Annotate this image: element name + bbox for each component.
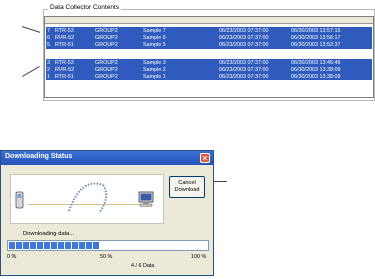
progress-segment xyxy=(16,242,22,249)
table-row[interactable]: 2 RVR-52 GROUP2 Sample 2 06/23/2003 07:37:00… xyxy=(45,67,371,73)
transfer-arc-icon xyxy=(68,182,108,214)
progress-segment xyxy=(37,242,43,249)
cancel-button-label-2: Download xyxy=(174,187,200,193)
table-row[interactable]: 7 RTR-53 GROUP2 Sample 7 06/23/2003 07:37:00… xyxy=(45,28,371,34)
cell-name: Sample 5 xyxy=(143,42,166,48)
cell-group: GROUP2 xyxy=(95,28,118,34)
scale-label-100: 100 % xyxy=(191,254,207,260)
cell-serial: RTR-51 xyxy=(55,42,74,48)
data-collector-listview[interactable]: 7 RTR-53 GROUP2 Sample 7 06/23/2003 07:37:00… xyxy=(44,16,374,98)
cell-date2: 06/30/2003 13:38:09 xyxy=(291,67,341,73)
cell-date1: 06/23/2003 07:37:00 xyxy=(219,67,269,73)
close-icon[interactable]: ✕ xyxy=(200,153,210,163)
cell-date2: 06/30/2003 13:52:37 xyxy=(291,42,341,48)
progress-segment xyxy=(65,242,71,249)
progress-segment xyxy=(79,242,85,249)
computer-icon xyxy=(138,191,154,207)
cell-name: Sample 2 xyxy=(143,67,166,73)
progress-segment xyxy=(9,242,15,249)
download-count: 4 / 6 Data xyxy=(131,263,155,269)
cell-group: GROUP2 xyxy=(95,60,118,66)
cell-date1: 06/23/2003 07:37:00 xyxy=(219,74,269,80)
data-collector-device-icon xyxy=(15,191,24,209)
cell-name: Sample 7 xyxy=(143,28,166,34)
cell-name: Sample 1 xyxy=(143,74,166,80)
cancel-download-button[interactable]: Cancel Download xyxy=(169,176,205,198)
progress-fill xyxy=(9,242,99,249)
progress-segment xyxy=(72,242,78,249)
data-collector-group-title: Data Collector Contents xyxy=(48,4,122,11)
cell-serial: RVR-52 xyxy=(55,67,75,73)
cell-group: GROUP2 xyxy=(95,42,118,48)
progress-segment xyxy=(51,242,57,249)
scale-label-0: 0 % xyxy=(7,254,17,260)
cell-name: Sample 3 xyxy=(143,60,166,66)
cell-date1: 06/23/2003 07:37:00 xyxy=(219,42,269,48)
downloading-status-dialog: Downloading Status ✕ Cancel Download Dow… xyxy=(0,150,214,276)
table-row[interactable]: 1 RTR-51 GROUP2 Sample 1 06/23/2003 07:37:00… xyxy=(45,74,371,80)
cell-group: GROUP2 xyxy=(95,74,118,80)
progress-segment xyxy=(58,242,64,249)
cell-group: GROUP2 xyxy=(95,67,118,73)
callout-line-top xyxy=(21,26,42,34)
table-row[interactable]: 5 RTR-51 GROUP2 Sample 5 06/23/2003 07:37:00… xyxy=(45,42,371,48)
dialog-titlebar[interactable]: Downloading Status ✕ xyxy=(1,151,213,165)
cell-name: Sample 6 xyxy=(143,35,166,41)
progress-segment xyxy=(86,242,92,249)
cell-date2: 06/30/2003 13:57:15 xyxy=(291,28,341,34)
cell-date1: 06/23/2003 07:37:00 xyxy=(219,60,269,66)
cancel-button-label-1: Cancel xyxy=(178,180,196,186)
cell-date1: 06/23/2003 07:37:00 xyxy=(219,35,269,41)
dialog-title: Downloading Status xyxy=(5,153,73,160)
table-row[interactable]: 3 RTR-53 GROUP2 Sample 3 06/23/2003 07:37:00… xyxy=(45,60,371,66)
download-progress-bar xyxy=(7,240,209,251)
cell-date2: 06/30/2003 13:45:46 xyxy=(291,60,341,66)
transfer-animation xyxy=(10,174,164,224)
progress-segment xyxy=(30,242,36,249)
scale-label-50: 50 % xyxy=(100,254,113,260)
cell-serial: RTR-53 xyxy=(55,28,74,34)
callout-line-middle xyxy=(22,66,40,77)
cell-serial: RTR-53 xyxy=(55,60,74,66)
cell-date1: 06/23/2003 07:37:00 xyxy=(219,28,269,34)
progress-segment xyxy=(93,242,99,249)
cell-group: GROUP2 xyxy=(95,35,118,41)
table-row[interactable]: 6 RVR-52 GROUP2 Sample 6 06/23/2003 07:37:00… xyxy=(45,35,371,41)
progress-segment xyxy=(23,242,29,249)
download-status-text: Downloading data... xyxy=(23,231,75,237)
progress-segment xyxy=(44,242,50,249)
cell-serial: RTR-51 xyxy=(55,74,74,80)
cell-date2: 06/30/2003 13:56:17 xyxy=(291,35,341,41)
cell-date2: 06/30/2003 13:38:09 xyxy=(291,74,341,80)
listview-header[interactable] xyxy=(45,17,373,24)
cell-serial: RVR-52 xyxy=(55,35,75,41)
data-collector-panel: Data Collector Contents 7 RTR-53 GROUP2 Sam… xyxy=(40,0,375,101)
